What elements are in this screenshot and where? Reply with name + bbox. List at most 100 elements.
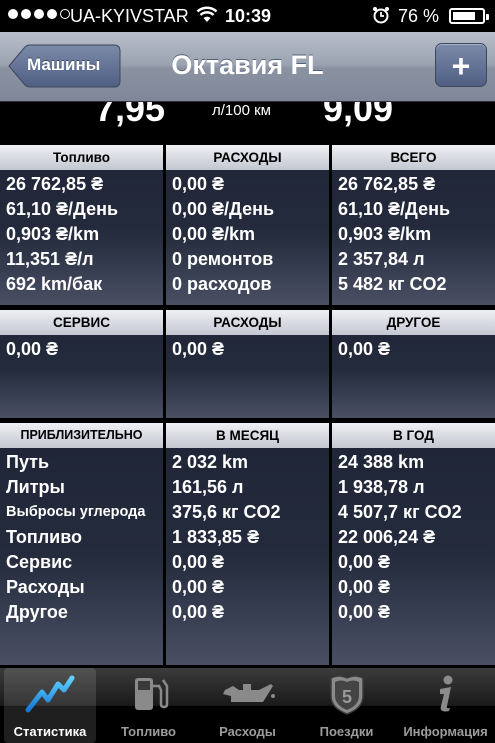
tab-label: Расходы [219,724,276,739]
row-label: Расходы [6,577,85,597]
service-column: СЕРВИС 0,00 ₴ [0,310,163,418]
value-line: 0 ремонтов [172,249,274,269]
value-line: 0,00 ₴/День [172,199,275,219]
carrier-name: UA-KYIVSTAR [70,6,189,26]
value-line: 1 938,78 л [338,477,425,497]
tab-label: Топливо [121,724,176,739]
value-line: 2 357,84 л [338,249,425,269]
value-line: 0,00 ₴ [172,174,225,194]
tab-fuel[interactable]: Топливо [99,668,198,743]
tab-expenses[interactable]: Расходы [198,668,297,743]
value-line: 0,00 ₴ [338,577,391,597]
navigation-bar: Машины Октавия FL + [0,32,495,102]
yearly-column: В ГОД 24 388 km 1 938,78 л 4 507,7 кг CO… [332,423,495,665]
value-line: 0,903 ₴/km [338,224,432,244]
column-values: 2 032 km 161,56 л 375,6 кг CO2 1 833,85 … [172,450,281,625]
battery-icon [449,8,489,24]
expenses-column: РАСХОДЫ 0,00 ₴ [166,310,329,418]
row-label: Литры [6,477,65,497]
column-header: РАСХОДЫ [166,145,329,170]
svg-text:5: 5 [341,687,351,707]
column-header: РАСХОДЫ [166,310,329,335]
tab-statistics[interactable]: Статистика [4,668,96,743]
monthly-column: В МЕСЯЦ 2 032 km 161,56 л 375,6 кг CO2 1… [166,423,329,665]
value-line: 0,00 ₴ [172,602,225,622]
value-line: 0,00 ₴ [172,552,225,572]
page-title: Октавия FL [171,50,324,80]
service-section: СЕРВИС 0,00 ₴ РАСХОДЫ 0,00 ₴ ДРУГОЕ 0,00… [0,310,495,418]
tab-label: Поездки [319,724,374,739]
column-values: 0,00 ₴ 0,00 ₴/День 0,00 ₴/km 0 ремонтов … [172,172,274,297]
value-line: 161,56 л [172,477,244,497]
other-column: ДРУГОЕ 0,00 ₴ [332,310,495,418]
estimate-labels-column: ПРИБЛИЗИТЕЛЬНО Путь Литры Выбросы углеро… [0,423,163,665]
row-label: Другое [6,602,68,622]
column-header: ВСЕГО [332,145,495,170]
total-column: ВСЕГО 26 762,85 ₴ 61,10 ₴/День 0,903 ₴/k… [332,145,495,305]
value-line: 0,903 ₴/km [6,224,100,244]
column-values: 0,00 ₴ [172,337,224,362]
fuel-pump-icon [134,678,168,710]
value-line: 692 km/бак [6,274,103,294]
consumption-unit: л/100 км [212,102,271,119]
column-values: 26 762,85 ₴ 61,10 ₴/День 0,903 ₴/km 2 35… [338,172,450,297]
value-line: 4 507,7 кг CO2 [338,502,462,522]
column-header: ДРУГОЕ [332,310,495,335]
costs-section: Топливо 26 762,85 ₴ 61,10 ₴/День 0,903 ₴… [0,145,495,305]
value-line: 26 762,85 ₴ [338,174,436,194]
column-header: Топливо [0,145,163,170]
value-line: 26 762,85 ₴ [6,174,104,194]
oil-can-icon [222,684,275,702]
value-line: 0,00 ₴ [6,339,59,359]
value-line: 0,00 ₴ [172,577,225,597]
value-line: 24 388 km [338,452,425,472]
value-line: 0,00 ₴ [338,602,391,622]
column-values: 0,00 ₴ [6,337,58,362]
column-values: 0,00 ₴ [338,337,390,362]
route-sign-icon: 5 [329,675,364,715]
battery-percentage: 76 % [398,6,440,26]
consumption-value-2: 9,09 [323,102,394,129]
chart-icon [25,675,75,713]
info-icon [439,675,452,712]
value-line: 0 расходов [172,274,272,294]
value-line: 22 006,24 ₴ [338,527,436,547]
fuel-consumption-summary: 7,95 л/100 км 9,09 [0,102,495,142]
column-header: В ГОД [332,423,495,448]
value-line: 11,351 ₴/л [6,249,94,269]
add-button[interactable]: + [435,43,487,87]
column-header: В МЕСЯЦ [166,423,329,448]
status-bar: UA-KYIVSTAR 10:39 76 % [0,0,495,32]
fuel-column: Топливо 26 762,85 ₴ 61,10 ₴/День 0,903 ₴… [0,145,163,305]
tab-trips[interactable]: 5 Поездки [297,668,396,743]
column-header: ПРИБЛИЗИТЕЛЬНО [0,423,163,448]
signal-strength-icon [8,9,70,19]
row-label: Выбросы углерода [6,504,146,520]
estimates-section: ПРИБЛИЗИТЕЛЬНО Путь Литры Выбросы углеро… [0,423,495,665]
value-line: 2 032 km [172,452,249,472]
value-line: 61,10 ₴/День [6,199,119,219]
clock: 10:39 [225,6,272,26]
column-header: СЕРВИС [0,310,163,335]
tab-label: Статистика [13,724,87,739]
consumption-value-1: 7,95 [95,102,166,129]
value-line: 0,00 ₴ [172,339,225,359]
wifi-icon [196,6,218,22]
row-label: Путь [6,452,50,472]
column-values: Путь Литры Выбросы углерода Топливо Серв… [6,450,145,625]
value-line: 5 482 кг CO2 [338,274,447,294]
value-line: 0,00 ₴ [338,552,391,572]
tab-bar: Статистика Топливо Расходы 5 Поездки Инф… [0,668,495,743]
expenses-column: РАСХОДЫ 0,00 ₴ 0,00 ₴/День 0,00 ₴/km 0 р… [166,145,329,305]
row-label: Топливо [6,527,83,547]
tab-label: Информация [403,724,488,739]
tab-info[interactable]: Информация [396,668,495,743]
column-values: 26 762,85 ₴ 61,10 ₴/День 0,903 ₴/km 11,3… [6,172,118,297]
value-line: 1 833,85 ₴ [172,527,260,547]
value-line: 375,6 кг CO2 [172,502,281,522]
plus-icon: + [451,48,471,84]
value-line: 0,00 ₴ [338,339,391,359]
row-label: Сервис [6,552,73,572]
alarm-icon [373,7,389,24]
value-line: 0,00 ₴/km [172,224,256,244]
